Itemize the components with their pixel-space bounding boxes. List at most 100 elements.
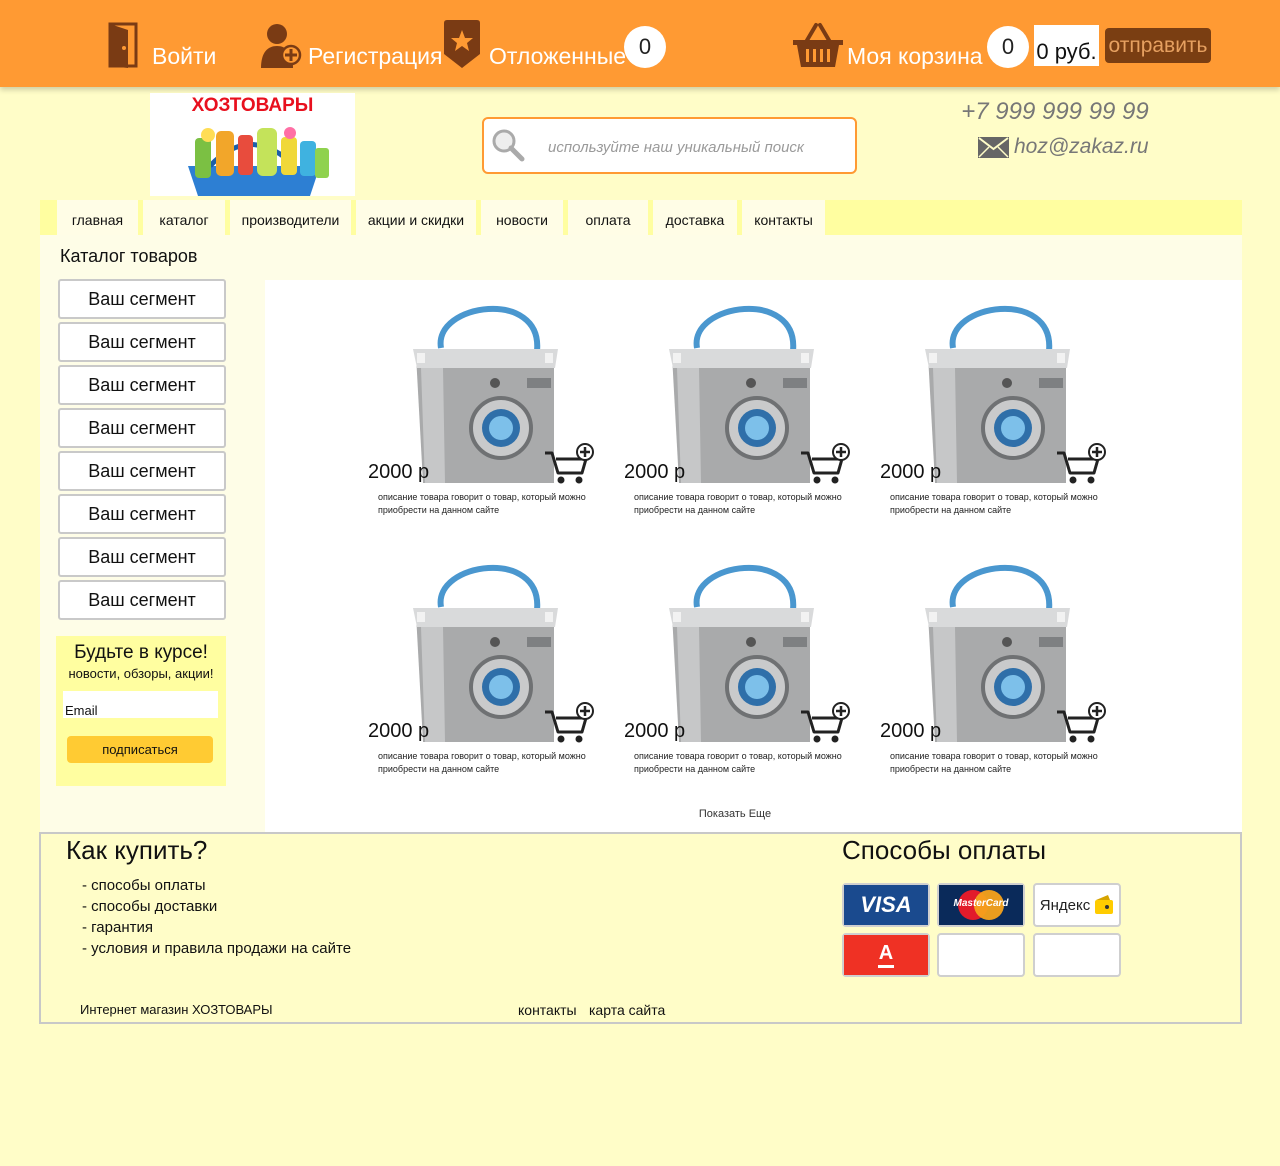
add-to-cart-icon[interactable] <box>800 702 850 744</box>
product-price: 2000 р <box>368 461 430 483</box>
product-image <box>413 552 563 742</box>
add-user-icon <box>261 24 302 68</box>
send-button[interactable]: отправить <box>1105 28 1211 63</box>
saved-count-badge: 0 <box>624 26 666 68</box>
product-price: 2000 р <box>368 720 430 742</box>
payment-methods-title: Способы оплаты <box>842 835 1047 865</box>
sidebar-segment[interactable]: Ваш сегмент <box>58 322 226 362</box>
email-contact[interactable]: hoz@zakaz.ru <box>978 135 1149 159</box>
product-price: 2000 р <box>624 720 686 742</box>
search-icon[interactable] <box>490 127 526 163</box>
sidebar-segment[interactable]: Ваш сегмент <box>58 537 226 577</box>
basket-icon <box>793 23 843 67</box>
product-description: описание товара говорит о товар, который… <box>890 492 1098 515</box>
product-image <box>925 552 1075 742</box>
envelope-icon <box>978 136 1009 158</box>
catalog-title: Каталог товаров <box>60 246 198 266</box>
newsletter-subtitle: новости, обзоры, акции! <box>68 666 214 681</box>
cleaning-products-basket-image <box>188 127 329 196</box>
newsletter-email-input[interactable] <box>63 691 218 718</box>
nav-item-delivery[interactable]: доставка <box>653 200 737 235</box>
product-card[interactable]: 2000 р описание товара говорит о товар, … <box>624 544 864 784</box>
nav-item-news[interactable]: новости <box>481 200 563 235</box>
footer-link-payment[interactable]: - способы оплаты <box>82 877 206 894</box>
sidebar-segment[interactable]: Ваш сегмент <box>58 580 226 620</box>
product-description: описание товара говорит о товар, который… <box>634 751 842 774</box>
product-description: описание товара говорит о товар, который… <box>378 492 586 515</box>
product-card[interactable]: 2000 р описание товара говорит о товар, … <box>880 544 1120 784</box>
sidebar-segment[interactable]: Ваш сегмент <box>58 408 226 448</box>
product-card[interactable]: 2000 р описание товара говорит о товар, … <box>624 285 864 525</box>
top-bar: Войти Регистрация Отложенные 0 Моя корзи… <box>0 0 1280 87</box>
cart-sum: 0 руб. <box>1034 25 1099 66</box>
product-image <box>925 293 1075 483</box>
search-input[interactable] <box>548 133 838 161</box>
product-image <box>413 293 563 483</box>
alfa-label: А <box>878 941 894 964</box>
product-card[interactable]: 2000 р описание товара говорит о товар, … <box>368 285 608 525</box>
product-price: 2000 р <box>624 461 686 483</box>
register-button[interactable]: Регистрация <box>260 20 442 68</box>
nav-item-contacts[interactable]: контакты <box>742 200 825 235</box>
add-to-cart-icon[interactable] <box>1056 702 1106 744</box>
nav-item-catalog[interactable]: каталог <box>143 200 225 235</box>
sidebar-segment[interactable]: Ваш сегмент <box>58 365 226 405</box>
footer-contacts-link[interactable]: контакты <box>518 1002 577 1018</box>
product-description: описание товара говорит о товар, который… <box>378 751 586 774</box>
login-label: Войти <box>152 43 217 69</box>
show-more-link[interactable]: Показать Еще <box>660 808 810 820</box>
product-image <box>669 293 819 483</box>
yandex-wallet-icon <box>1095 895 1114 914</box>
newsletter-title: Будьте в курсе! <box>74 642 208 663</box>
payment-placeholder <box>1033 933 1121 977</box>
product-price: 2000 р <box>880 461 942 483</box>
nav-item-payment[interactable]: оплата <box>568 200 648 235</box>
product-card[interactable]: 2000 р описание товара говорит о товар, … <box>880 285 1120 525</box>
footer-link-terms[interactable]: - условия и правила продажи на сайте <box>82 940 351 957</box>
register-label: Регистрация <box>308 43 443 69</box>
product-image <box>669 552 819 742</box>
shop-name: Интернет магазин ХОЗТОВАРЫ <box>80 1002 273 1017</box>
mastercard-label: MasterCard <box>953 898 1009 909</box>
yandex-money-icon: Яндекс <box>1033 883 1121 927</box>
product-description: описание товара говорит о товар, который… <box>634 492 842 515</box>
visa-label: VISA <box>844 885 928 925</box>
site-logo[interactable]: ХОЗТОВАРЫ <box>150 93 355 196</box>
add-to-cart-icon[interactable] <box>544 443 594 485</box>
add-to-cart-icon[interactable] <box>800 443 850 485</box>
sidebar-segment[interactable]: Ваш сегмент <box>58 494 226 534</box>
main-nav: главная каталог производители акции и ск… <box>40 200 1242 235</box>
footer-link-warranty[interactable]: - гарантия <box>82 919 153 936</box>
nav-item-home[interactable]: главная <box>57 200 138 235</box>
mastercard-icon: MasterCard <box>937 883 1025 927</box>
sidebar-segment[interactable]: Ваш сегмент <box>58 451 226 491</box>
product-description: описание товара говорит о товар, который… <box>890 751 1098 774</box>
footer-sitemap-link[interactable]: карта сайта <box>589 1002 665 1018</box>
how-to-buy-title: Как купить? <box>66 835 208 865</box>
phone-number[interactable]: +7 999 999 99 99 <box>940 98 1170 126</box>
footer-link-delivery[interactable]: - способы доставки <box>82 898 217 915</box>
newsletter-box: Будьте в курсе! новости, обзоры, акции! … <box>56 636 226 786</box>
yandex-label: Яндекс <box>1039 896 1091 914</box>
sidebar-segment[interactable]: Ваш сегмент <box>58 279 226 319</box>
alfa-underline <box>878 964 894 968</box>
cart-button[interactable]: Моя корзина <box>792 20 983 68</box>
nav-item-manufacturers[interactable]: производители <box>230 200 351 235</box>
saved-button[interactable]: Отложенные <box>444 20 626 68</box>
cart-label: Моя корзина <box>847 43 983 69</box>
email-text: hoz@zakaz.ru <box>1014 135 1149 158</box>
login-button[interactable]: Войти <box>108 20 216 68</box>
alfa-bank-icon: А <box>842 933 930 977</box>
add-to-cart-icon[interactable] <box>1056 443 1106 485</box>
footer <box>39 832 1242 1024</box>
payment-placeholder <box>937 933 1025 977</box>
subscribe-button[interactable]: подписаться <box>67 736 213 763</box>
bookmark-star-icon <box>444 20 480 68</box>
door-icon <box>108 22 138 68</box>
nav-item-promotions[interactable]: акции и скидки <box>356 200 476 235</box>
cart-count-badge: 0 <box>987 26 1029 68</box>
add-to-cart-icon[interactable] <box>544 702 594 744</box>
product-price: 2000 р <box>880 720 942 742</box>
saved-label: Отложенные <box>489 43 627 69</box>
product-card[interactable]: 2000 р описание товара говорит о товар, … <box>368 544 608 784</box>
